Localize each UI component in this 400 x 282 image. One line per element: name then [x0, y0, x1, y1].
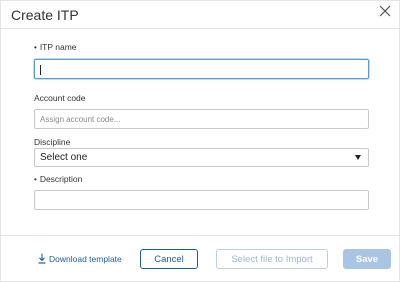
dialog-title: Create ITP [11, 7, 79, 23]
text-caret [40, 65, 41, 75]
download-icon [38, 253, 46, 264]
save-button[interactable]: Save [343, 249, 391, 269]
close-icon[interactable] [377, 3, 393, 19]
cancel-button[interactable]: Cancel [140, 249, 198, 269]
dialog-header: Create ITP [1, 1, 399, 29]
discipline-selected-value: Select one [40, 152, 88, 163]
download-template-label: Download template [49, 253, 122, 264]
required-marker: • [34, 175, 37, 184]
itp-name-input[interactable] [34, 59, 369, 79]
description-input[interactable] [34, 190, 369, 210]
chevron-down-icon [355, 155, 361, 160]
itp-name-label-text: ITP name [39, 42, 77, 52]
itp-name-label: • ITP name [34, 42, 77, 52]
download-template-link[interactable]: Download template [38, 253, 122, 264]
account-code-label: Account code [34, 93, 86, 103]
description-label: • Description [34, 174, 82, 184]
description-label-text: Description [39, 174, 83, 184]
create-itp-dialog: Create ITP • ITP name Account code Assign… [0, 0, 400, 282]
footer-divider [1, 235, 399, 236]
required-marker: • [34, 43, 37, 52]
account-code-input[interactable]: Assign account code... [34, 109, 369, 129]
account-code-placeholder: Assign account code... [40, 115, 121, 124]
select-file-import-button[interactable]: Select file to Import [216, 249, 328, 269]
discipline-select[interactable]: Select one [34, 148, 369, 167]
discipline-label: Discipline [34, 137, 71, 147]
